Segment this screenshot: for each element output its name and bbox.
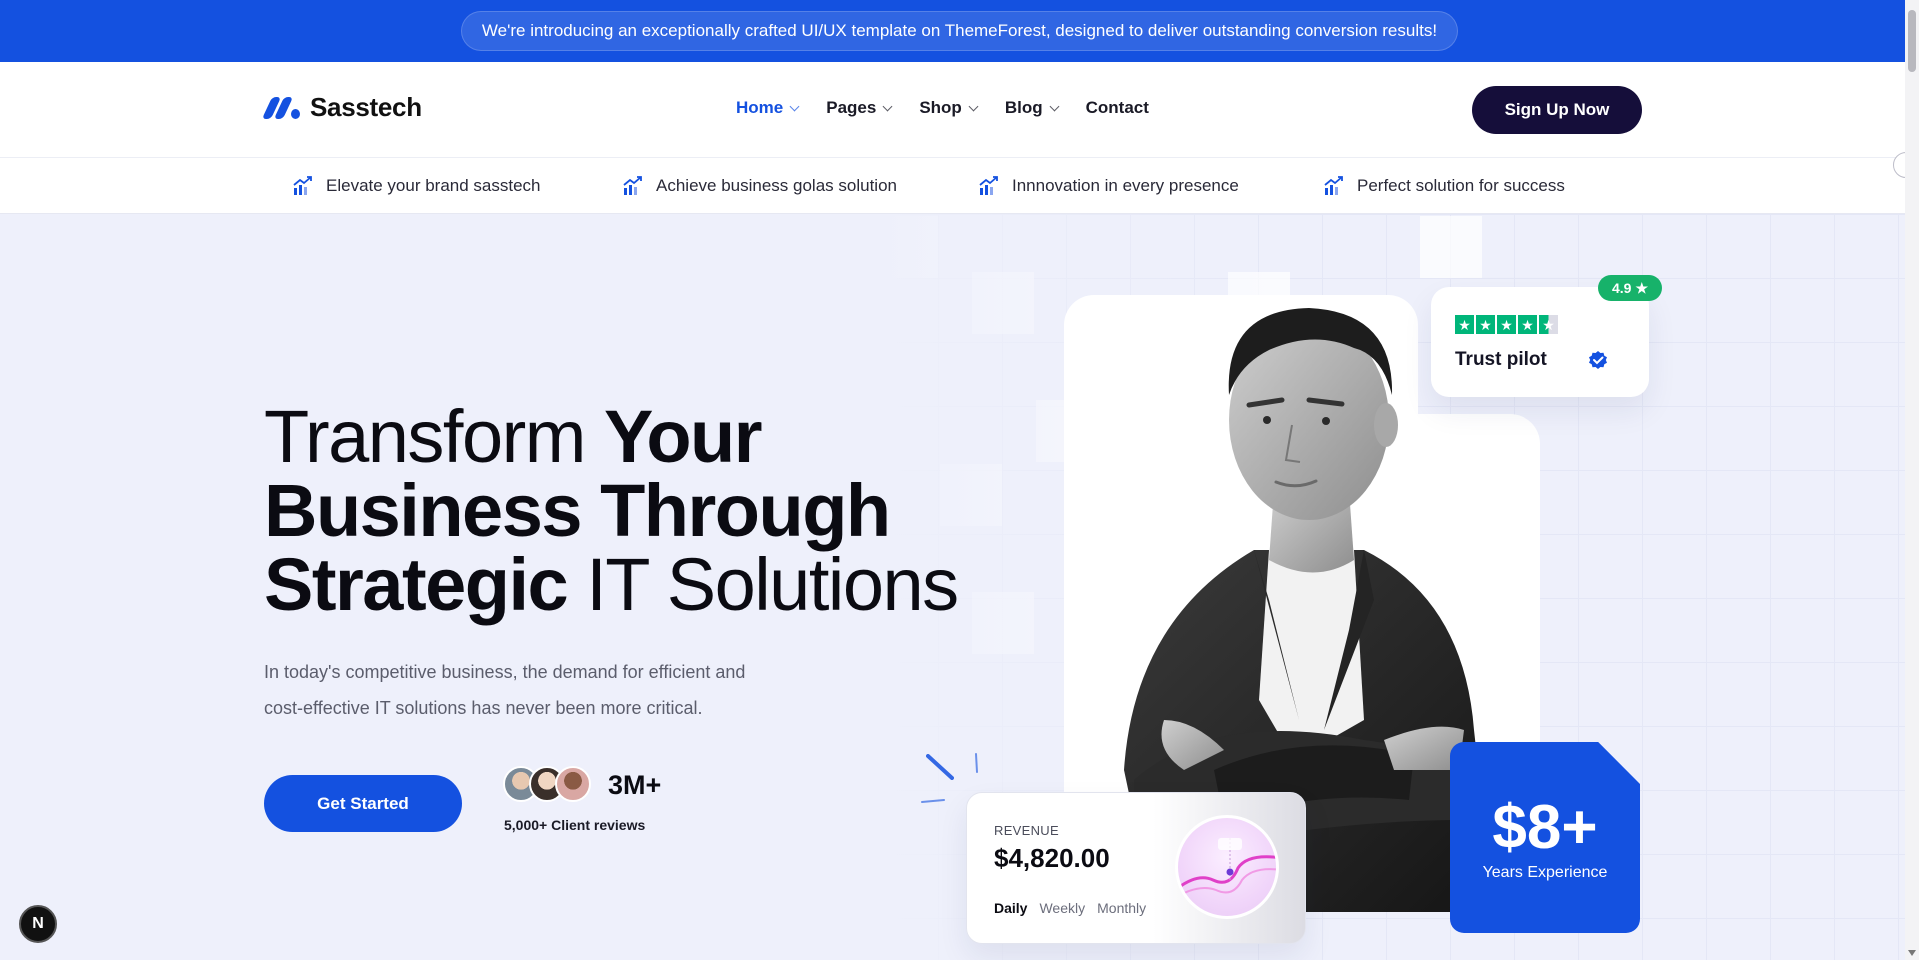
hero-lead-line: cost-effective IT solutions has never be… [264, 698, 703, 718]
feature-label: Perfect solution for success [1357, 176, 1565, 195]
experience-label: Years Experience [1482, 864, 1608, 881]
hero-lead: In today's competitive business, the dem… [264, 654, 824, 726]
feature-item: Elevate your brand sasstech [292, 158, 541, 214]
nav-item-contact[interactable]: Contact [1086, 98, 1149, 118]
revenue-label: REVENUE [994, 823, 1059, 838]
nav-item-blog[interactable]: Blog [1004, 98, 1060, 118]
site-header: Sasstech Home Pages Shop Blog Contact Si… [0, 62, 1905, 158]
nav-item-pages[interactable]: Pages [826, 98, 893, 118]
page-scrollbar[interactable] [1905, 0, 1919, 960]
chevron-down-icon [789, 101, 800, 111]
nav-item-shop[interactable]: Shop [919, 98, 979, 118]
client-avatars [503, 766, 591, 802]
feature-item: Innnovation in every presence [978, 158, 1239, 214]
tab-weekly[interactable]: Weekly [1039, 900, 1085, 916]
growth-chart-icon [979, 176, 998, 195]
verified-badge-icon [1589, 351, 1607, 369]
nav-item-label: Shop [919, 98, 962, 117]
main-nav: Home Pages Shop Blog Contact [736, 98, 1149, 118]
revenue-chart-thumbnail [1175, 815, 1279, 919]
framework-badge[interactable]: N [19, 905, 57, 943]
revenue-value: $4,820.00 [994, 843, 1110, 873]
growth-chart-icon [623, 176, 642, 195]
star-icon: ★ [1635, 279, 1649, 296]
star-icon: ★ [1518, 315, 1537, 334]
scroll-down-arrow-icon[interactable] [1908, 950, 1916, 956]
revenue-card: REVENUE $4,820.00 Daily Weekly Monthly [966, 792, 1306, 944]
get-started-button[interactable]: Get Started [264, 775, 462, 832]
trustpilot-card[interactable]: ★ ★ ★ ★ ★ Trust pilot [1431, 287, 1649, 397]
feature-label: Elevate your brand sasstech [326, 176, 541, 195]
star-icon: ★ [1455, 315, 1474, 334]
avatar [555, 766, 591, 802]
announcement-bar: We're introducing an exceptionally craft… [0, 0, 1919, 62]
headline-part: Strategic [264, 543, 587, 626]
reviews-count: 3M+ [608, 770, 662, 800]
reviews-label: 5,000+ Client reviews [504, 817, 646, 833]
chevron-down-icon [1049, 101, 1060, 111]
grid-highlight [1420, 216, 1482, 278]
nav-item-label: Blog [1004, 98, 1043, 117]
feature-label: Achieve business golas solution [656, 176, 897, 195]
brand-name: Sasstech [310, 92, 422, 122]
revenue-period-tabs: Daily Weekly Monthly [994, 900, 1146, 916]
hero-headline: Transform Your Business Through Strategi… [264, 400, 959, 622]
nav-item-label: Contact [1085, 98, 1149, 117]
feature-item: Perfect solution for success [1323, 158, 1565, 214]
headline-part: Your [603, 395, 763, 478]
logo-icon [261, 95, 300, 121]
tab-daily[interactable]: Daily [994, 900, 1027, 916]
rating-value: 4.9 [1611, 280, 1632, 296]
star-icon: ★ [1476, 315, 1495, 334]
nav-item-home[interactable]: Home [736, 98, 800, 118]
logo[interactable]: Sasstech [261, 92, 422, 123]
announcement-text[interactable]: We're introducing an exceptionally craft… [460, 11, 1459, 51]
scrollbar-thumb[interactable] [1908, 10, 1916, 72]
rating-badge: 4.9 ★ [1598, 275, 1662, 301]
nav-item-label: Pages [826, 98, 877, 117]
trustpilot-label: Trust pilot [1455, 349, 1547, 370]
hero-lead-line: In today's competitive business, the dem… [264, 662, 746, 682]
headline-part: Business Through [264, 469, 891, 552]
experience-card: $8+ Years Experience [1450, 742, 1640, 933]
features-strip: Elevate your brand sasstech Achieve busi… [0, 158, 1905, 214]
tab-monthly[interactable]: Monthly [1097, 900, 1146, 916]
experience-value: $8+ [1492, 793, 1598, 862]
growth-chart-icon [1324, 176, 1343, 195]
feature-label: Innnovation in every presence [1012, 176, 1239, 195]
growth-chart-icon [293, 176, 312, 195]
chevron-down-icon [968, 101, 979, 111]
headline-part: IT Solutions [586, 543, 959, 626]
chevron-down-icon [882, 101, 893, 111]
nav-item-label: Home [736, 98, 784, 117]
half-star-icon: ★ [1539, 315, 1558, 334]
star-icon: ★ [1497, 315, 1516, 334]
headline-part: Transform [264, 395, 604, 478]
star-rating: ★ ★ ★ ★ ★ [1455, 315, 1558, 334]
feature-item: Achieve business golas solution [622, 158, 897, 214]
sign-up-button[interactable]: Sign Up Now [1472, 86, 1642, 134]
